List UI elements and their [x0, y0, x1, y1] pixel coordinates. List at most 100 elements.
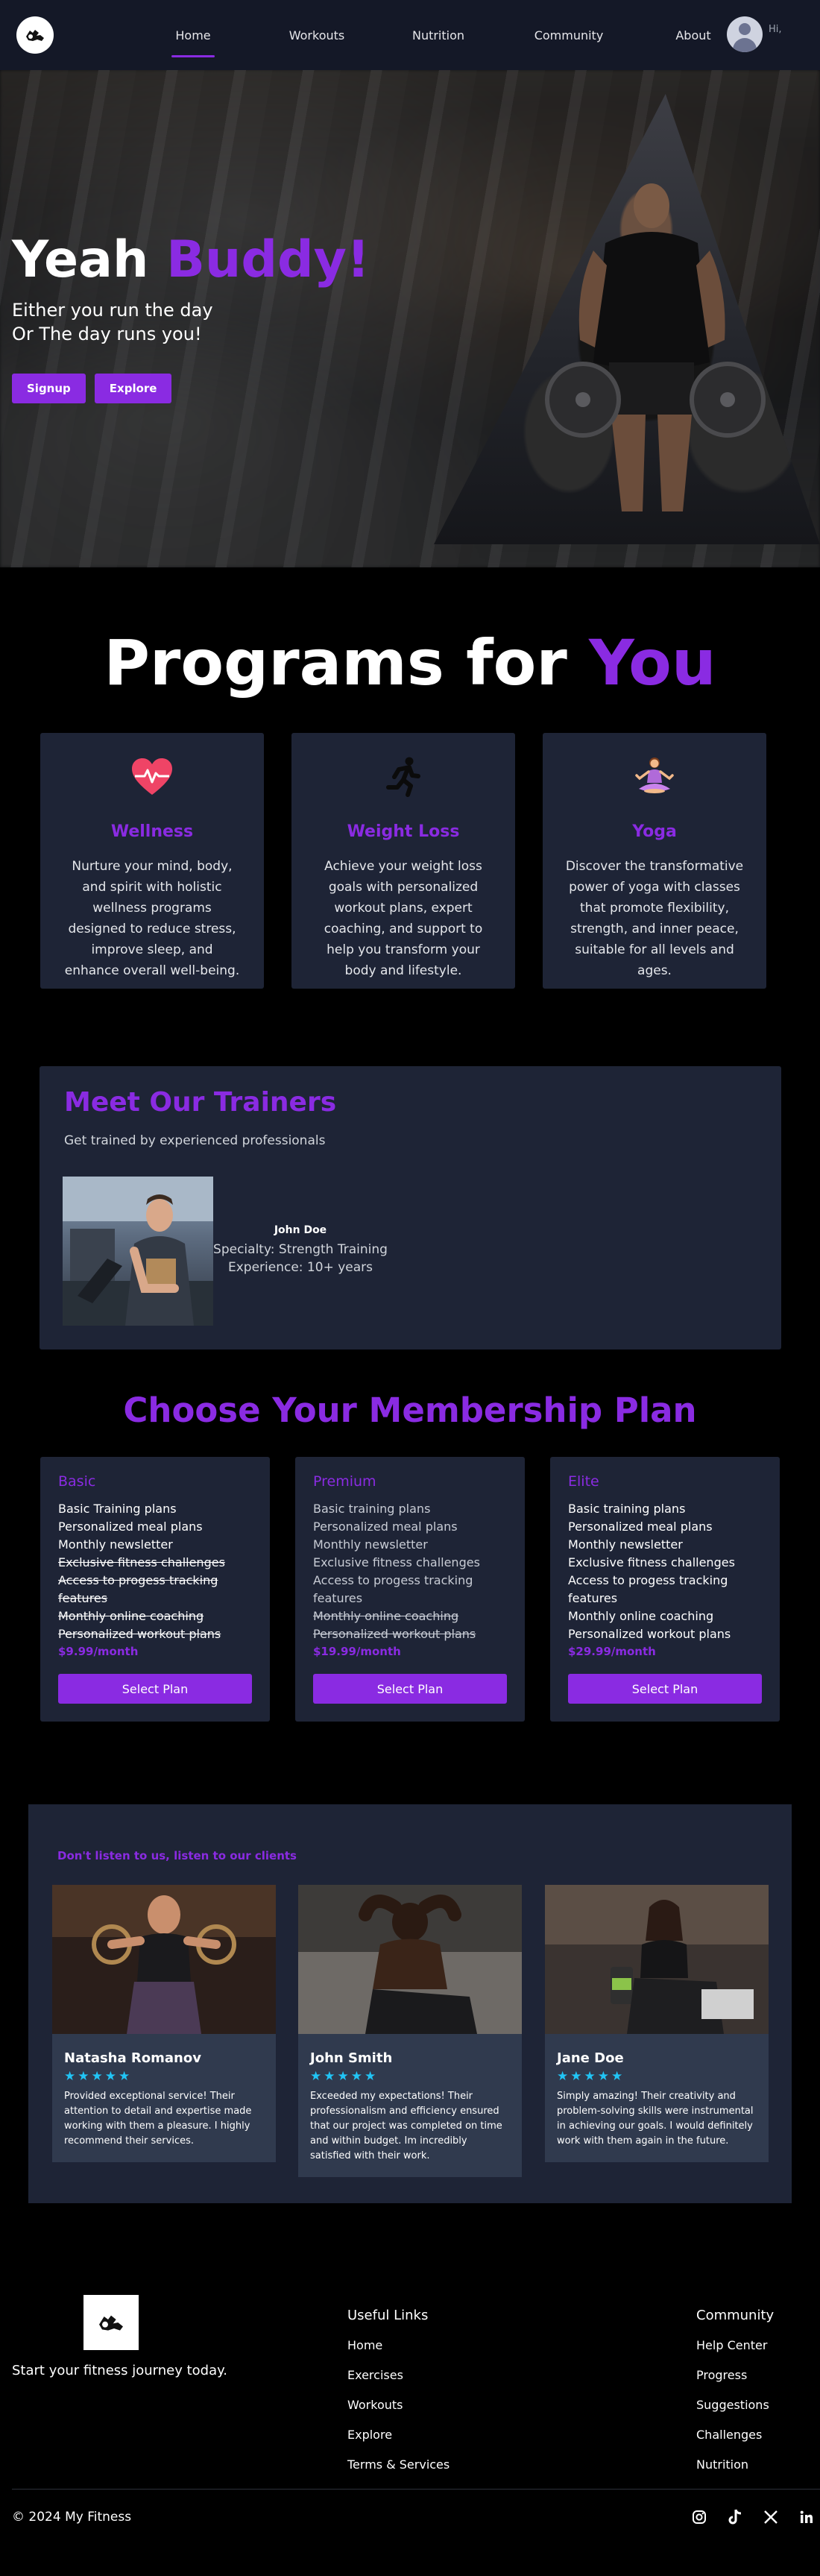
plan-feature: Basic training plans — [313, 1502, 431, 1516]
star-icon: ★ — [557, 2069, 569, 2084]
instagram-icon[interactable] — [690, 2508, 708, 2526]
plan-feature-excluded: Personalized workout plans — [58, 1627, 221, 1641]
testimonial-card: John Smith ★ ★ ★ ★ ★ Exceeded my expectation… — [298, 1885, 522, 2177]
user-menu[interactable]: Hi, — [727, 16, 782, 52]
nav-link-home[interactable]: Home — [171, 0, 215, 70]
star-icon: ★ — [611, 2069, 623, 2084]
programs-title: Programs for You — [104, 626, 716, 699]
star-icon: ★ — [365, 2069, 376, 2084]
trainer-experience: Experience: 10+ years — [228, 1260, 373, 1275]
hero-section: Yeah Buddy! Either you run the day Or Th… — [0, 70, 820, 567]
testimonial-body: Jane Doe ★ ★ ★ ★ ★ Simply amazing! Their cre… — [545, 2037, 769, 2162]
tiktok-icon[interactable] — [726, 2508, 744, 2526]
program-desc: Discover the transformative power of yog… — [565, 859, 744, 978]
trainer-info: Specialty: Strength Training Experience:… — [211, 1241, 390, 1276]
copyright: © 2024 My Fitness — [12, 2510, 132, 2525]
testimonial-name: Natasha Romanov — [64, 2050, 201, 2066]
footer-column-title: Useful Links — [347, 2308, 429, 2323]
select-plan-premium-button[interactable]: Select Plan — [313, 1674, 507, 1704]
star-icon: ★ — [78, 2069, 89, 2084]
star-icon: ★ — [584, 2069, 596, 2084]
program-card-wellness[interactable]: Wellness Nurture your mind, body, and sp… — [40, 733, 264, 989]
testimonials-section: Don't listen to us, listen to our client… — [28, 1804, 792, 2203]
plan-card-premium: Premium Basic training plans Personalize… — [295, 1457, 525, 1722]
program-card-weight-loss[interactable]: Weight Loss Achieve your weight loss goa… — [291, 733, 515, 989]
nav-link-about[interactable]: About — [671, 0, 716, 70]
footer-logo[interactable] — [83, 2295, 139, 2350]
testimonial-card: Natasha Romanov ★ ★ ★ ★ ★ Provided exception… — [52, 1885, 276, 2162]
nav-link-label: Workouts — [288, 28, 345, 42]
nav-link-community[interactable]: Community — [532, 0, 606, 70]
logo[interactable] — [16, 16, 54, 54]
testimonial-photo — [52, 1885, 276, 2034]
program-card-yoga[interactable]: Yoga Discover the transformative power o… — [543, 733, 766, 989]
testimonial-text: Simply amazing! Their creativity and pro… — [557, 2091, 754, 2147]
testimonial-text: Exceeded my expectations! Their professi… — [310, 2091, 502, 2161]
plan-name: Elite — [568, 1473, 599, 1490]
plan-card-basic: Basic Basic Training plans Personalized … — [40, 1457, 270, 1722]
trainers-subtitle: Get trained by experienced professionals — [64, 1133, 326, 1148]
footer-link-challenges[interactable]: Challenges — [696, 2428, 774, 2457]
footer-tagline: Start your fitness journey today. — [12, 2363, 227, 2378]
star-icon: ★ — [91, 2069, 103, 2084]
plan-feature: Personalized meal plans — [58, 1520, 203, 1534]
star-icon: ★ — [324, 2069, 335, 2084]
nav-link-nutrition[interactable]: Nutrition — [409, 0, 468, 70]
plan-features: Basic training plans Personalized meal p… — [568, 1500, 762, 1643]
footer-link-progress[interactable]: Progress — [696, 2368, 774, 2398]
footer-link-workouts[interactable]: Workouts — [347, 2398, 450, 2428]
program-name: Wellness — [110, 822, 194, 841]
linkedin-icon[interactable] — [798, 2508, 816, 2526]
signup-button[interactable]: Signup — [12, 374, 86, 403]
footer-community-links: Community Help Center Progress Suggestio… — [696, 2308, 774, 2487]
hero-actions: Signup Explore — [12, 374, 172, 403]
testimonial-card: Jane Doe ★ ★ ★ ★ ★ Simply amazing! Their cre… — [545, 1885, 769, 2162]
plan-card-elite: Elite Basic training plans Personalized … — [550, 1457, 780, 1722]
plan-features: Basic training plans Personalized meal p… — [313, 1500, 507, 1643]
plan-feature: Basic Training plans — [58, 1502, 177, 1516]
plan-feature: Personalized meal plans — [313, 1520, 458, 1534]
trainer-name: John Doe — [274, 1224, 327, 1236]
top-navbar: Home Workouts Nutrition Community About … — [0, 0, 820, 70]
star-icon: ★ — [310, 2069, 322, 2084]
rating-stars: ★ ★ ★ ★ ★ — [310, 2070, 510, 2083]
program-name: Weight Loss — [347, 822, 460, 841]
footer-link-help-center[interactable]: Help Center — [696, 2338, 774, 2368]
plan-feature: Exclusive fitness challenges — [568, 1555, 735, 1569]
nav-link-workouts[interactable]: Workouts — [287, 0, 347, 70]
footer-link-suggestions[interactable]: Suggestions — [696, 2398, 774, 2428]
page: Home Workouts Nutrition Community About … — [0, 0, 820, 2576]
plan-feature: Basic training plans — [568, 1502, 686, 1516]
plan-feature-excluded: Personalized workout plans — [313, 1627, 476, 1641]
footer-link-terms[interactable]: Terms & Services — [347, 2457, 450, 2487]
footer-link-explore[interactable]: Explore — [347, 2428, 450, 2457]
star-icon: ★ — [597, 2069, 609, 2084]
yoga-icon — [565, 751, 744, 803]
main-nav: Home Workouts Nutrition Community About — [171, 0, 716, 70]
select-plan-basic-button[interactable]: Select Plan — [58, 1674, 252, 1704]
footer-link-nutrition[interactable]: Nutrition — [696, 2457, 774, 2487]
trainers-section: Meet Our Trainers Get trained by experie… — [40, 1066, 781, 1350]
star-icon: ★ — [350, 2069, 362, 2084]
plan-feature: Access to progess tracking features — [568, 1573, 728, 1605]
footer-divider — [12, 2489, 820, 2490]
plan-name: Premium — [313, 1473, 376, 1490]
x-icon[interactable] — [762, 2508, 780, 2526]
nav-link-label: Nutrition — [411, 28, 465, 42]
plan-price: $9.99/month — [58, 1645, 139, 1658]
footer-link-exercises[interactable]: Exercises — [347, 2368, 450, 2398]
plan-feature-excluded: Monthly online coaching — [58, 1609, 204, 1623]
testimonial-body: Natasha Romanov ★ ★ ★ ★ ★ Provided exception… — [52, 2037, 276, 2162]
plan-feature: Monthly online coaching — [568, 1609, 714, 1623]
avatar[interactable] — [727, 16, 763, 52]
plan-feature: Personalized workout plans — [568, 1627, 731, 1641]
select-plan-elite-button[interactable]: Select Plan — [568, 1674, 762, 1704]
testimonials-tagline: Don't listen to us, listen to our client… — [57, 1849, 297, 1862]
explore-button[interactable]: Explore — [94, 374, 172, 403]
fitness-logo-icon — [26, 30, 44, 41]
trainer-specialty: Specialty: Strength Training — [213, 1242, 388, 1257]
greeting: Hi, — [769, 23, 782, 35]
runner-icon — [314, 751, 493, 803]
footer-link-home[interactable]: Home — [347, 2338, 450, 2368]
star-icon: ★ — [119, 2069, 130, 2084]
